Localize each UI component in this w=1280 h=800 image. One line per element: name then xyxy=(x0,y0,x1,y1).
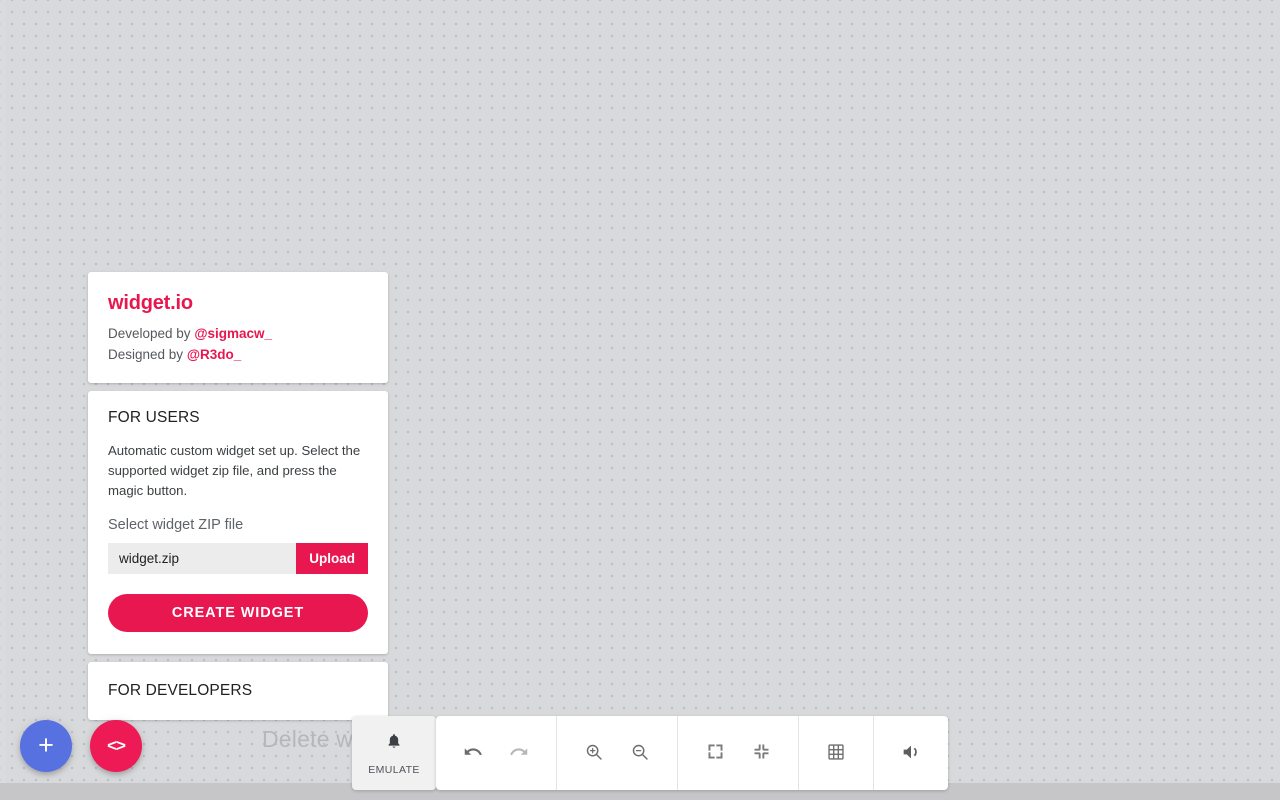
redo-button[interactable] xyxy=(496,716,542,790)
developer-handle-link[interactable]: @sigmacw_ xyxy=(194,326,272,341)
for-users-card: FOR USERS Automatic custom widget set up… xyxy=(88,391,388,654)
zoom-out-button[interactable] xyxy=(617,716,663,790)
redo-icon xyxy=(508,741,530,766)
file-upload-row: widget.zip Upload xyxy=(108,543,368,574)
bottom-toolbar xyxy=(436,716,948,790)
for-developers-card[interactable]: FOR DEVELOPERS xyxy=(88,662,388,720)
developed-by-prefix: Developed by xyxy=(108,326,195,341)
for-users-heading: FOR USERS xyxy=(108,409,200,426)
zoom-tool-group xyxy=(556,716,677,790)
file-input-label: Select widget ZIP file xyxy=(108,517,244,533)
undo-icon xyxy=(462,741,484,766)
developed-by-line: Developed by @sigmacw_ xyxy=(108,323,368,344)
zoom-out-icon xyxy=(629,741,651,766)
canvas-ghost-label: Delete w xyxy=(262,726,354,752)
designed-by-line: Designed by @R3do_ xyxy=(108,344,368,365)
fullscreen-exit-button[interactable] xyxy=(738,716,784,790)
grid-toggle-button[interactable] xyxy=(813,716,859,790)
add-widget-fab[interactable]: + xyxy=(20,720,72,772)
zoom-in-button[interactable] xyxy=(571,716,617,790)
create-widget-button[interactable]: CREATE WIDGET xyxy=(108,594,368,632)
fullscreen-expand-icon xyxy=(705,741,726,765)
fullscreen-enter-button[interactable] xyxy=(692,716,738,790)
bell-icon xyxy=(384,731,404,757)
emulate-button[interactable]: EMULATE xyxy=(352,716,436,790)
volume-button[interactable] xyxy=(888,716,934,790)
fullscreen-tool-group xyxy=(677,716,798,790)
for-developers-heading: FOR DEVELOPERS xyxy=(108,682,253,699)
upload-button[interactable]: Upload xyxy=(296,543,368,574)
audio-tool-group xyxy=(873,716,948,790)
designer-handle-link[interactable]: @R3do_ xyxy=(187,347,241,362)
zoom-in-icon xyxy=(583,741,605,766)
selected-file-name[interactable]: widget.zip xyxy=(108,543,297,574)
fullscreen-collapse-icon xyxy=(751,741,772,765)
brand-card: widget.io Developed by @sigmacw_ Designe… xyxy=(88,272,388,383)
code-view-fab[interactable]: <> xyxy=(90,720,142,772)
canvas-left-edge xyxy=(0,0,6,783)
code-icon: <> xyxy=(107,736,126,755)
volume-icon xyxy=(900,741,922,766)
grid-tool-group xyxy=(798,716,873,790)
for-users-description: Automatic custom widget set up. Select t… xyxy=(108,443,361,498)
brand-title: widget.io xyxy=(108,292,193,314)
history-tool-group xyxy=(436,716,556,790)
emulate-label: EMULATE xyxy=(368,763,420,776)
designed-by-prefix: Designed by xyxy=(108,347,187,362)
left-panel-stack: widget.io Developed by @sigmacw_ Designe… xyxy=(88,272,388,728)
grid-icon xyxy=(825,741,847,766)
undo-button[interactable] xyxy=(450,716,496,790)
